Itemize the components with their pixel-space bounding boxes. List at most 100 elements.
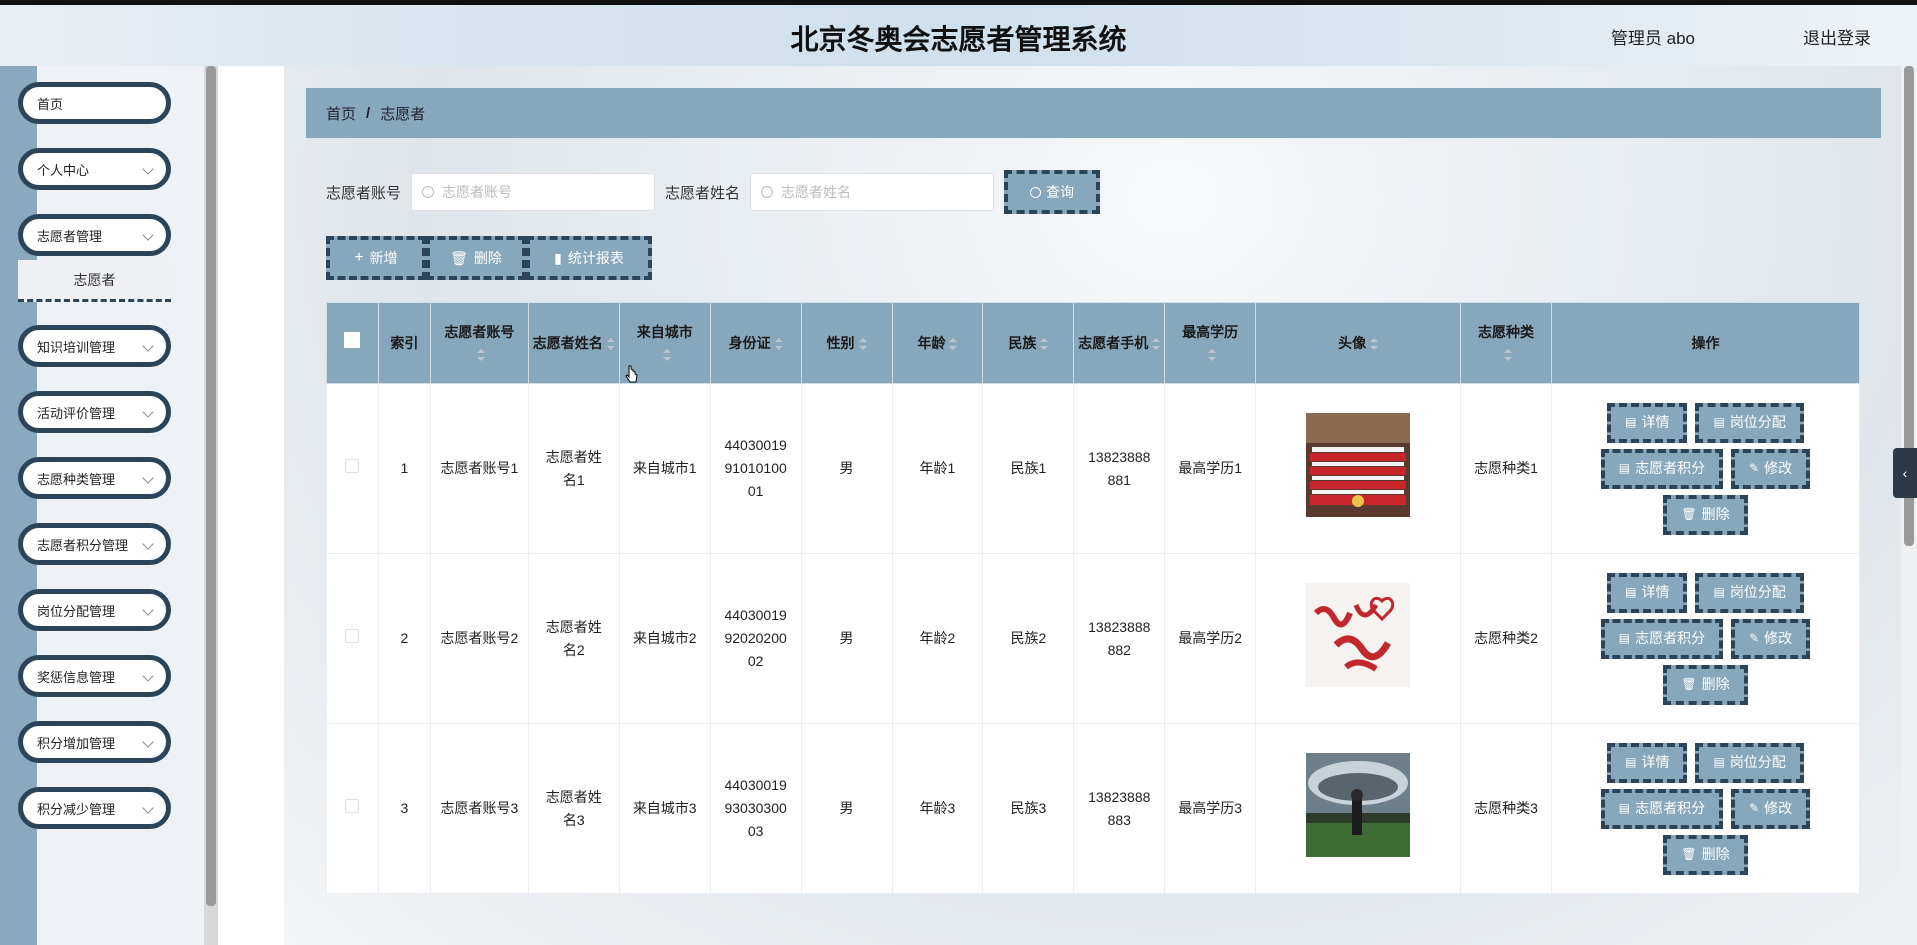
col-avatar[interactable]: 头像 — [1255, 302, 1462, 384]
sidebar-item-rewards[interactable]: 奖惩信息管理 — [18, 655, 171, 697]
row-delete-button[interactable]: 🗑 删除 — [1663, 834, 1748, 875]
sort-icon[interactable] — [1208, 349, 1217, 362]
breadcrumb: 首页 / 志愿者 — [306, 88, 1881, 138]
row-select-cell[interactable] — [326, 723, 379, 894]
row-actions: ▤ 详情 ▤ 岗位分配 ▤ 志愿者积分 ✎ 修改 🗑 删除 — [1590, 402, 1820, 535]
sort-icon[interactable] — [858, 338, 867, 351]
points-button[interactable]: ▤ 志愿者积分 — [1600, 448, 1724, 489]
row-delete-button[interactable]: 🗑 删除 — [1663, 494, 1748, 535]
scrollbar-thumb[interactable] — [206, 66, 216, 906]
edit-label: 修改 — [1764, 630, 1793, 646]
sidebar-item-points[interactable]: 志愿者积分管理 — [18, 523, 171, 565]
chevron-down-icon — [142, 604, 154, 616]
add-button[interactable]: + 新增 — [326, 236, 426, 280]
sidebar-item-home[interactable]: 首页 — [18, 82, 171, 124]
name-label: 志愿者姓名 — [665, 184, 741, 202]
post-label: 岗位分配 — [1729, 754, 1786, 770]
search-icon — [761, 186, 774, 198]
current-user: 管理员 abo — [1610, 29, 1695, 48]
cell-phone: 13823888881 — [1073, 383, 1166, 554]
sidebar-item-evaluation[interactable]: 活动评价管理 — [18, 391, 171, 433]
sort-icon[interactable] — [606, 338, 615, 351]
name-search-input[interactable]: 志愿者姓名 — [750, 173, 995, 211]
sort-icon[interactable] — [662, 349, 671, 362]
sort-icon[interactable] — [1370, 338, 1379, 351]
detail-button[interactable]: ▤ 详情 — [1607, 402, 1688, 443]
logout-button[interactable]: 退出登录 — [1803, 24, 1871, 49]
trash-icon: 🗑 — [1681, 507, 1697, 521]
detail-button[interactable]: ▤ 详情 — [1607, 742, 1688, 783]
sort-icon[interactable] — [774, 338, 783, 351]
breadcrumb-separator: / — [366, 104, 371, 122]
sidebar-item-personal-center[interactable]: 个人中心 — [18, 148, 171, 190]
row-select-cell[interactable] — [326, 383, 379, 554]
collapse-panel-chevron-left-icon[interactable]: ‹ — [1893, 448, 1917, 498]
plus-icon: + — [354, 249, 364, 266]
col-education[interactable]: 最高学历 — [1164, 302, 1257, 384]
sidebar-item-label: 首页 — [37, 96, 64, 112]
col-label: 性别 — [826, 335, 855, 351]
detail-button[interactable]: ▤ 详情 — [1607, 572, 1688, 613]
sort-icon[interactable] — [949, 338, 958, 351]
sort-icon[interactable] — [1152, 338, 1161, 351]
post-assign-button[interactable]: ▤ 岗位分配 — [1695, 402, 1804, 443]
chevron-down-icon — [142, 163, 154, 175]
col-age[interactable]: 年龄 — [891, 302, 984, 384]
sort-icon[interactable] — [477, 349, 486, 362]
sidebar-item-points-reduce[interactable]: 积分减少管理 — [18, 787, 171, 829]
edit-button[interactable]: ✎ 修改 — [1731, 618, 1811, 659]
points-button[interactable]: ▤ 志愿者积分 — [1600, 618, 1724, 659]
action-toolbar: + 新增 🗑 删除 ▮ 统计报表 — [326, 236, 652, 280]
edit-icon: ✎ — [1749, 461, 1760, 475]
row-delete-button[interactable]: 🗑 删除 — [1663, 664, 1748, 705]
row-actions: ▤ 详情 ▤ 岗位分配 ▤ 志愿者积分 ✎ 修改 🗑 删除 — [1590, 572, 1820, 705]
main-scrollbar[interactable] — [1901, 66, 1917, 945]
account-search-input[interactable]: 志愿者账号 — [411, 173, 656, 211]
points-button[interactable]: ▤ 志愿者积分 — [1600, 788, 1724, 829]
post-assign-button[interactable]: ▤ 岗位分配 — [1695, 742, 1804, 783]
col-phone[interactable]: 志愿者手机 — [1073, 302, 1166, 384]
trash-icon: 🗑 — [450, 249, 468, 266]
edit-button[interactable]: ✎ 修改 — [1731, 788, 1811, 829]
sidebar-scrollbar[interactable] — [204, 66, 218, 945]
sidebar-item-training[interactable]: 知识培训管理 — [18, 325, 171, 367]
sidebar-item-points-add[interactable]: 积分增加管理 — [18, 721, 171, 763]
report-button-label: 统计报表 — [567, 250, 624, 266]
account-placeholder: 志愿者账号 — [442, 184, 513, 200]
document-icon: ▤ — [1618, 631, 1631, 645]
trash-icon: 🗑 — [1681, 677, 1697, 691]
col-ethnicity[interactable]: 民族 — [982, 302, 1075, 384]
delete-button[interactable]: 🗑 删除 — [426, 236, 526, 280]
col-id-card[interactable]: 身份证 — [709, 302, 802, 384]
cell-type: 志愿种类2 — [1460, 553, 1552, 724]
cell-city: 来自城市2 — [618, 553, 711, 724]
row-checkbox[interactable] — [345, 799, 360, 813]
chevron-down-icon — [142, 538, 154, 550]
sidebar-item-volunteer-type[interactable]: 志愿种类管理 — [18, 457, 171, 499]
select-all-checkbox[interactable] — [344, 332, 361, 348]
col-type[interactable]: 志愿种类 — [1460, 302, 1552, 384]
report-button[interactable]: ▮ 统计报表 — [526, 236, 652, 280]
col-account[interactable]: 志愿者账号 — [429, 302, 529, 384]
document-icon: ▤ — [1618, 461, 1631, 475]
cell-ethnicity: 民族2 — [982, 553, 1075, 724]
row-checkbox[interactable] — [345, 629, 360, 643]
col-gender[interactable]: 性别 — [800, 302, 893, 384]
query-button[interactable]: 查询 — [1004, 170, 1101, 214]
sidebar-item-label: 积分减少管理 — [37, 801, 116, 817]
sort-icon[interactable] — [1040, 338, 1049, 351]
cell-account: 志愿者账号3 — [429, 723, 529, 894]
select-all-cell[interactable] — [326, 302, 379, 384]
cell-ethnicity: 民族3 — [982, 723, 1075, 894]
row-select-cell[interactable] — [326, 553, 379, 724]
col-name[interactable]: 志愿者姓名 — [527, 302, 620, 384]
row-checkbox[interactable] — [345, 459, 360, 473]
post-assign-button[interactable]: ▤ 岗位分配 — [1695, 572, 1804, 613]
edit-button[interactable]: ✎ 修改 — [1731, 448, 1811, 489]
sort-icon[interactable] — [1503, 349, 1512, 362]
sidebar-subitem-volunteer[interactable]: 志愿者 — [18, 260, 171, 302]
cell-avatar — [1255, 383, 1462, 554]
sidebar-item-post-assignment[interactable]: 岗位分配管理 — [18, 589, 171, 631]
breadcrumb-home[interactable]: 首页 — [326, 103, 356, 124]
sidebar-item-volunteer-management[interactable]: 志愿者管理 — [18, 214, 171, 256]
